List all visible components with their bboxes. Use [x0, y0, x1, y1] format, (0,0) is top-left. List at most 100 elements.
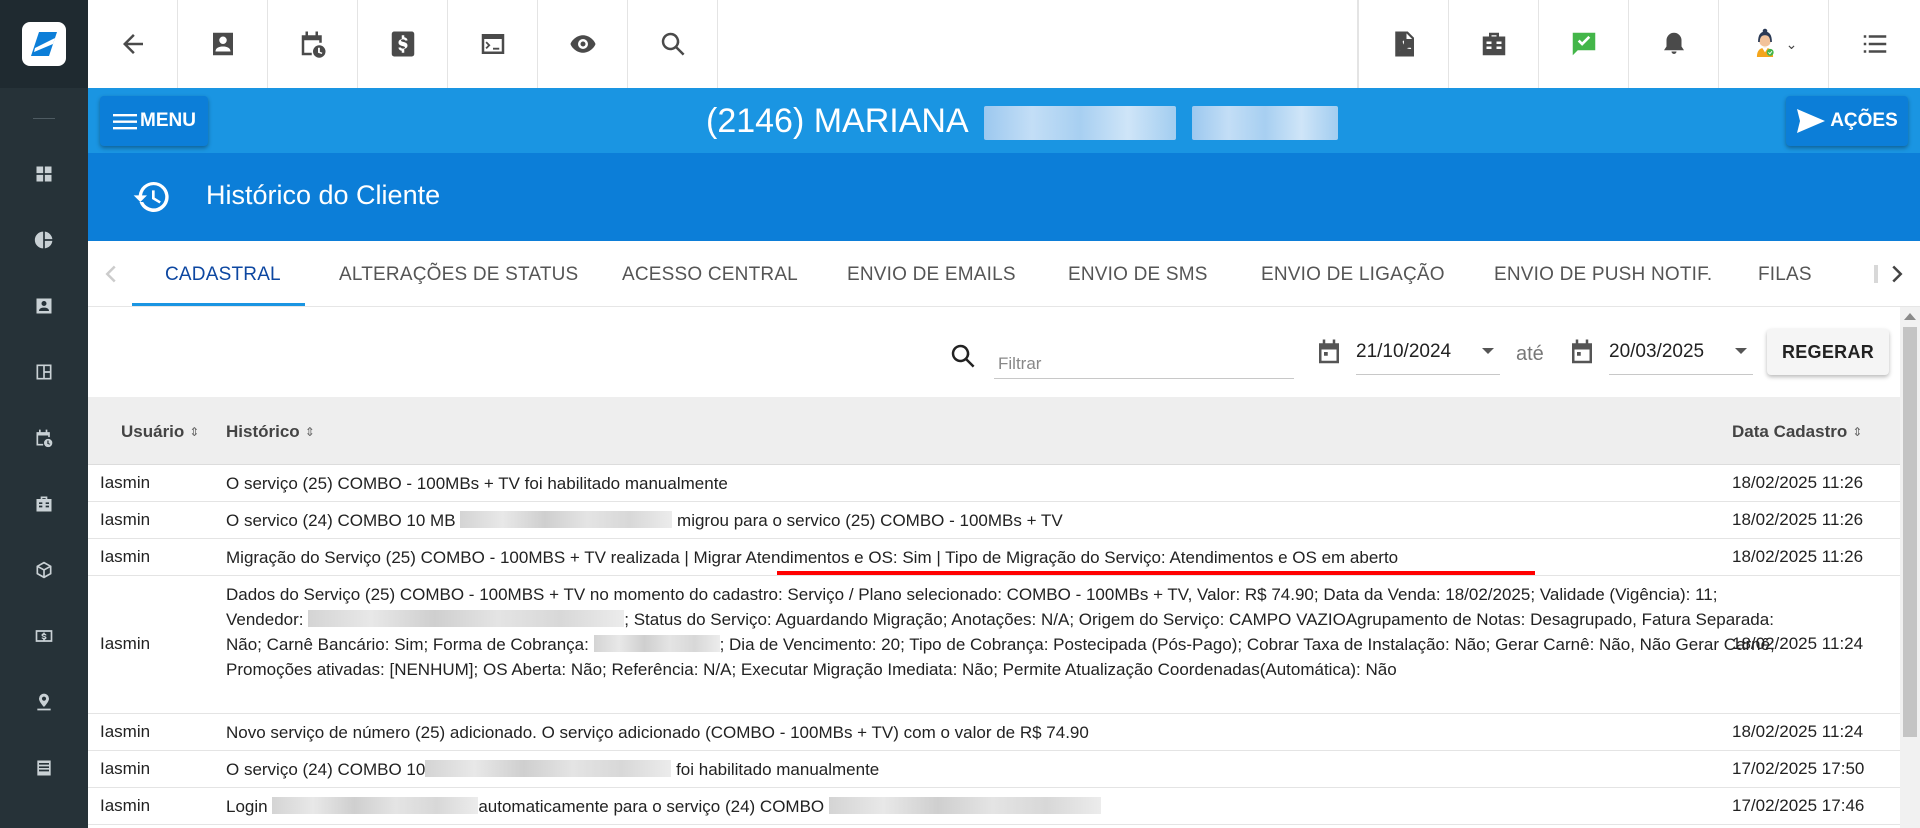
column-header-history[interactable]: Histórico ⇕: [226, 422, 315, 442]
scroll-up-arrow-icon[interactable]: [1904, 313, 1916, 320]
calendar-clock-icon[interactable]: [0, 405, 88, 471]
sort-icon: ⇕: [304, 425, 315, 439]
tab-acesso-central[interactable]: ACESSO CENTRAL: [622, 264, 798, 286]
cell-history: O serviço (24) COMBO 10 foi habilitado m…: [226, 757, 1786, 782]
cell-date: 18/02/2025 11:26: [1732, 510, 1864, 529]
toolbar-spacer: [718, 0, 1358, 88]
redacted-surname: [1191, 106, 1338, 141]
history-text: Migração do Serviço (25) COMBO - 100MBS …: [226, 548, 1399, 567]
bell-icon[interactable]: [1628, 0, 1718, 88]
actions-button[interactable]: AÇÕES: [1786, 96, 1908, 146]
history-text: O serviço (25) COMBO - 100MBs + TV foi h…: [226, 474, 728, 493]
dollar-icon[interactable]: [358, 0, 448, 88]
tab-envio-de-ligacao[interactable]: ENVIO DE LIGAÇÃO: [1261, 264, 1445, 286]
history-text: automaticamente para o serviço (24) COMB…: [478, 797, 825, 816]
active-tab-indicator: [132, 303, 305, 306]
date-to-value: 20/03/2025: [1609, 341, 1705, 362]
cell-date: 18/02/2025 11:26: [1732, 547, 1864, 566]
date-from-field[interactable]: 21/10/2024: [1356, 337, 1500, 375]
history-text: foi habilitado manualmente: [676, 760, 880, 779]
table-row[interactable]: Iasmin O serviço (25) COMBO - 100MBs + T…: [88, 465, 1900, 502]
history-text: O servico (24) COMBO 10 MB: [226, 511, 456, 530]
tab-envio-de-push-notif[interactable]: ENVIO DE PUSH NOTIF.: [1494, 264, 1712, 286]
history-icon: [132, 177, 172, 217]
menu-label: MENU: [140, 110, 196, 131]
cell-user: Iasmin: [100, 722, 151, 741]
company-icon[interactable]: [0, 471, 88, 537]
tab-scroll-right-icon[interactable]: [1882, 259, 1912, 289]
terminal-icon[interactable]: [448, 0, 538, 88]
pie-chart-icon[interactable]: [0, 207, 88, 273]
date-to-field[interactable]: 20/03/2025: [1609, 337, 1753, 375]
cell-date: 17/02/2025 17:50: [1732, 759, 1865, 778]
cell-user: Iasmin: [100, 796, 151, 815]
table-row[interactable]: Iasmin Dados do Serviço (25) COMBO - 100…: [88, 576, 1900, 714]
eye-icon[interactable]: [538, 0, 628, 88]
user-menu[interactable]: ⌄: [1718, 0, 1828, 88]
column-header-date[interactable]: Data Cadastro ⇕: [1732, 422, 1862, 442]
calendar-icon[interactable]: [1567, 337, 1597, 367]
top-toolbar: ⌄: [88, 0, 1920, 88]
calendar-clock-icon[interactable]: [268, 0, 358, 88]
client-title: (2146) MARIANA: [706, 102, 1338, 141]
dashboard-icon[interactable]: [0, 141, 88, 207]
package-icon[interactable]: [0, 537, 88, 603]
client-name: (2146) MARIANA: [706, 102, 967, 140]
sort-icon: ⇕: [1852, 425, 1863, 439]
column-header-user[interactable]: Usuário ⇕: [121, 422, 199, 442]
section-header: Histórico do Cliente: [88, 153, 1920, 241]
tab-envio-de-sms[interactable]: ENVIO DE SMS: [1068, 264, 1208, 286]
vertical-scrollbar[interactable]: [1900, 307, 1920, 828]
history-text: Login: [226, 797, 268, 816]
tab-bar: CADASTRAL ALTERAÇÕES DE STATUS ACESSO CE…: [88, 241, 1920, 307]
tab-scroll-left-icon[interactable]: [96, 259, 126, 289]
table-row[interactable]: Iasmin Migração do Serviço (25) COMBO - …: [88, 539, 1900, 576]
table-body: Iasmin O serviço (25) COMBO - 100MBs + T…: [88, 465, 1900, 825]
redacted-surname: [984, 106, 1177, 141]
cell-date: 17/02/2025 17:46: [1732, 796, 1865, 815]
redacted-text: [272, 797, 479, 814]
board-icon[interactable]: [0, 339, 88, 405]
page-title: Histórico do Cliente: [206, 180, 441, 210]
rail-divider: [33, 118, 55, 119]
money-icon[interactable]: [0, 603, 88, 669]
side-rail: [0, 0, 88, 828]
list-icon[interactable]: [0, 735, 88, 801]
tab-alteracoes-de-status[interactable]: ALTERAÇÕES DE STATUS: [339, 264, 578, 286]
person-card-icon[interactable]: [178, 0, 268, 88]
cell-date: 18/02/2025 11:26: [1732, 473, 1864, 492]
tab-filas[interactable]: FILAS: [1758, 264, 1812, 286]
search-icon[interactable]: [628, 0, 718, 88]
cell-user: Iasmin: [100, 759, 151, 778]
company-icon[interactable]: [1448, 0, 1538, 88]
redacted-text: [828, 797, 1101, 814]
avatar: [1750, 27, 1780, 62]
tab-overflow: [1874, 265, 1878, 283]
pdf-icon[interactable]: [1358, 0, 1448, 88]
logo-icon: [22, 22, 66, 66]
app-logo[interactable]: [0, 0, 88, 88]
column-label: Data Cadastro: [1732, 422, 1848, 441]
tab-cadastral[interactable]: CADASTRAL: [165, 264, 281, 286]
tab-envio-de-emails[interactable]: ENVIO DE EMAILS: [847, 264, 1016, 286]
scrollbar-thumb[interactable]: [1903, 327, 1917, 737]
table-row[interactable]: Iasmin O serviço (24) COMBO 10 foi habil…: [88, 751, 1900, 788]
table-row[interactable]: Iasmin Login automaticamente para o serv…: [88, 788, 1900, 825]
history-text: O serviço (24) COMBO 10: [226, 760, 426, 779]
back-arrow-icon[interactable]: [88, 0, 178, 88]
table-row[interactable]: Iasmin Novo serviço de número (25) adici…: [88, 714, 1900, 751]
table-row[interactable]: Iasmin O servico (24) COMBO 10 MB migrou…: [88, 502, 1900, 539]
menu-button[interactable]: MENU: [100, 96, 208, 146]
filter-input[interactable]: [994, 337, 1294, 379]
table-header: Usuário ⇕ Histórico ⇕ Data Cadastro ⇕: [88, 397, 1900, 465]
list-menu-icon[interactable]: [1828, 0, 1920, 88]
location-pin-icon[interactable]: [0, 669, 88, 735]
cell-history: Dados do Serviço (25) COMBO - 100MBS + T…: [226, 582, 1796, 682]
chat-check-icon[interactable]: [1538, 0, 1628, 88]
regenerate-button[interactable]: REGERAR: [1767, 329, 1889, 375]
actions-label: AÇÕES: [1830, 110, 1898, 131]
chevron-down-icon: ⌄: [1785, 35, 1798, 52]
calendar-icon[interactable]: [1314, 337, 1344, 367]
contact-card-icon[interactable]: [0, 273, 88, 339]
cell-history: O servico (24) COMBO 10 MB migrou para o…: [226, 508, 1786, 533]
